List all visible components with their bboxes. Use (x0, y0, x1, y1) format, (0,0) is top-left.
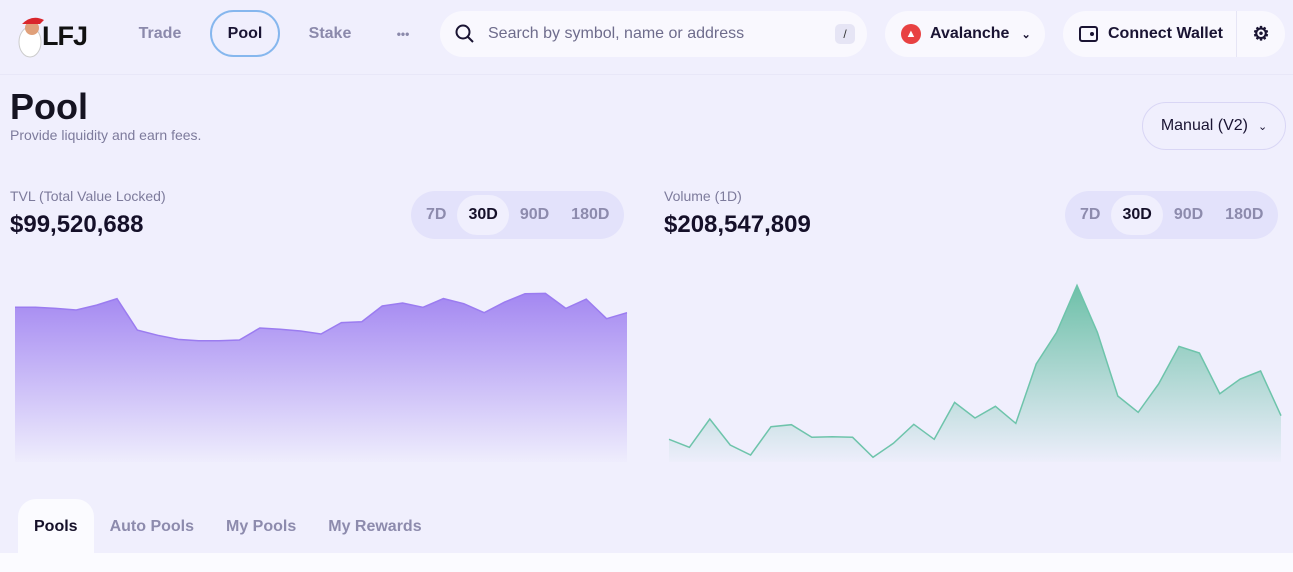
charts (15, 283, 1282, 462)
tab-auto-pools[interactable]: Auto Pools (94, 499, 210, 554)
pool-tabs: Pools Auto Pools My Pools My Rewards (18, 499, 438, 554)
pools-panel (0, 553, 1293, 572)
volume-area (669, 285, 1281, 462)
tab-pools[interactable]: Pools (18, 499, 94, 554)
tab-my-rewards[interactable]: My Rewards (312, 499, 437, 554)
tvl-area (15, 293, 627, 462)
tab-my-pools[interactable]: My Pools (210, 499, 312, 554)
